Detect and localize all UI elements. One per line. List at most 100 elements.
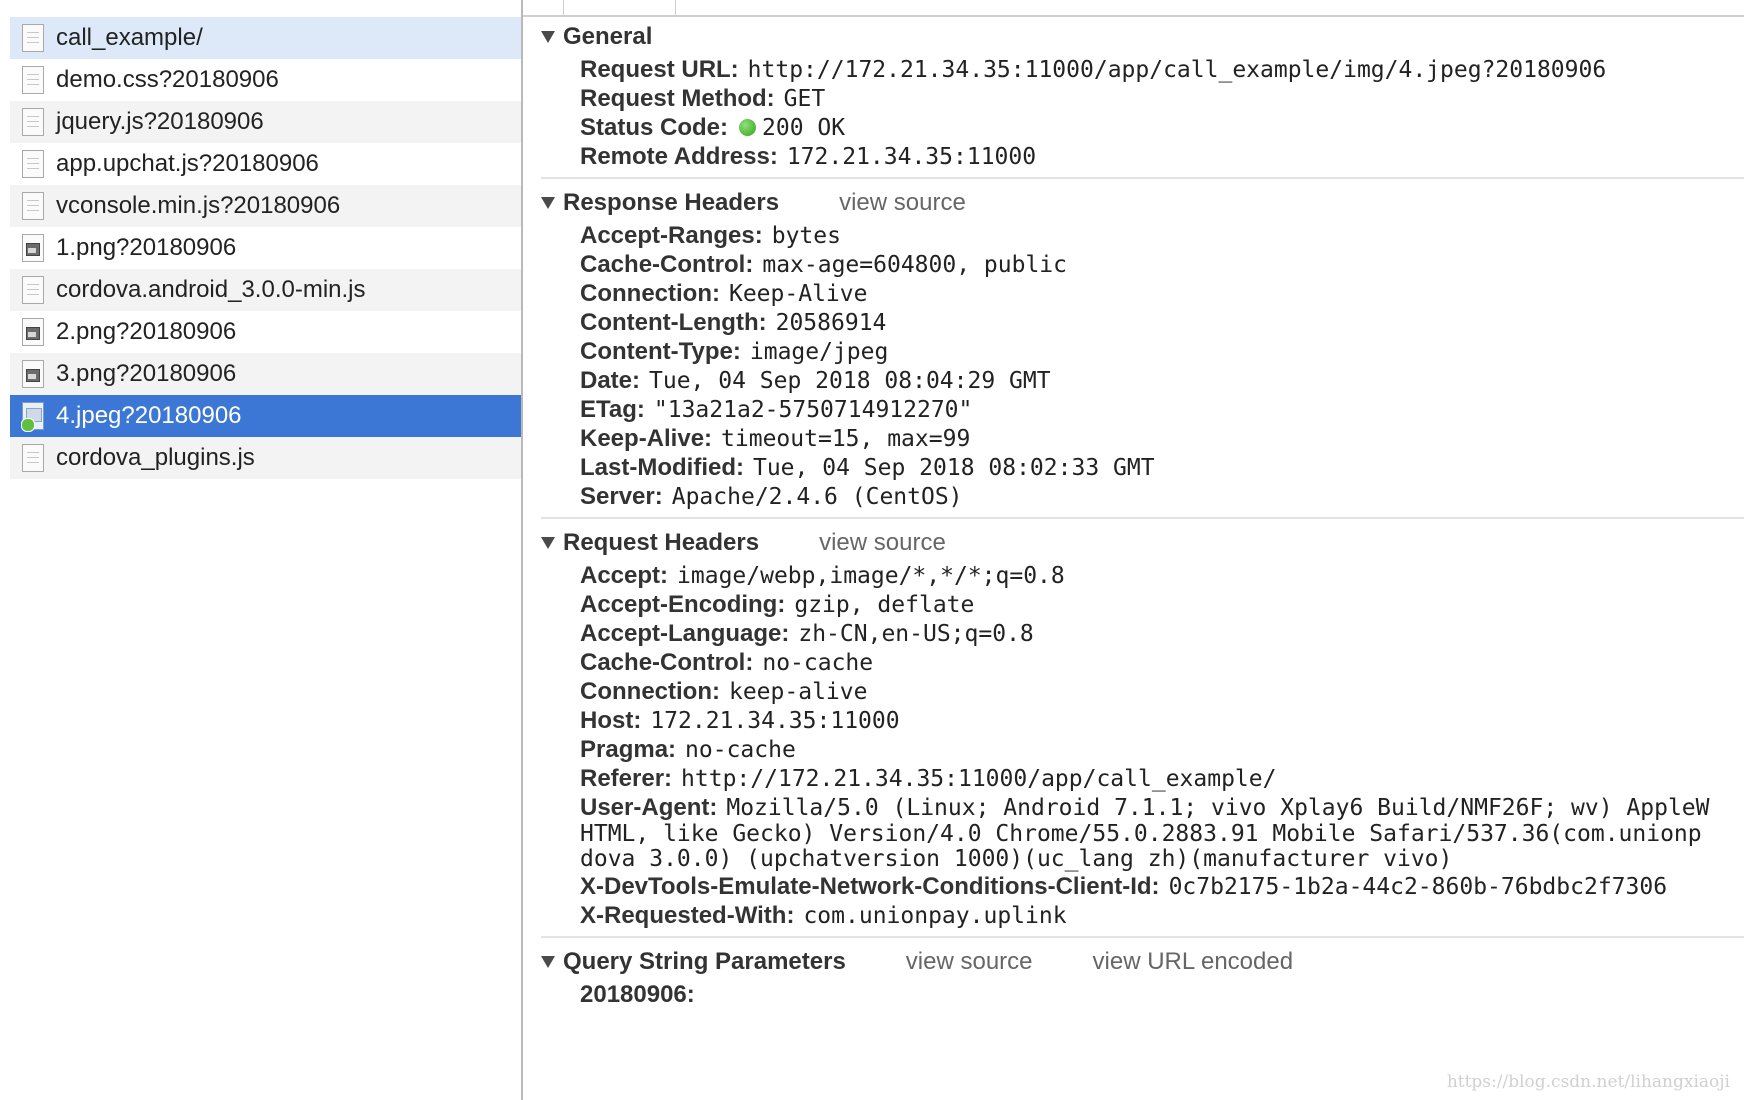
section-title: General [563, 23, 653, 50]
request-list: call_example/demo.css?20180906 jquery.js?… [10, 17, 521, 479]
header-value: com.unionpay.uplink [803, 903, 1067, 929]
header-row: Request Method: GET [523, 84, 1744, 113]
status-ok-icon [739, 119, 757, 136]
header-row: Accept-Language: zh-CN,en-US;q=0.8 [523, 619, 1744, 648]
header-key: Remote Address: [580, 143, 778, 170]
document-file-icon [22, 276, 44, 304]
request-list-item[interactable]: call_example/ [10, 17, 521, 59]
header-key: Keep-Alive: [580, 425, 713, 452]
request-name: demo.css?20180906 [56, 66, 279, 93]
request-list-item[interactable]: app.upchat.js?20180906 [10, 143, 521, 185]
request-headers-section-header[interactable]: Request Headers view source [523, 525, 1744, 561]
header-key: Accept-Encoding: [580, 591, 786, 618]
header-row: Date: Tue, 04 Sep 2018 08:04:29 GMT [523, 366, 1744, 395]
request-list-item[interactable]: cordova.android_3.0.0-min.js [10, 269, 521, 311]
collapse-triangle-icon[interactable] [541, 537, 555, 549]
header-row: Keep-Alive: timeout=15, max=99 [523, 424, 1744, 453]
general-section: General Request URL: http://172.21.34.35:… [523, 17, 1744, 171]
request-list-item[interactable]: demo.css?20180906 [10, 59, 521, 101]
section-title: Response Headers [563, 189, 780, 216]
header-value: 172.21.34.35:11000 [786, 144, 1037, 170]
header-key: Cache-Control: [580, 649, 754, 676]
request-name: app.upchat.js?20180906 [56, 150, 319, 177]
header-row: Request URL: http://172.21.34.35:11000/ap… [523, 55, 1744, 84]
header-row: Pragma: no-cache [523, 735, 1744, 764]
request-list-item[interactable]: 4.jpeg?20180906 [10, 395, 521, 437]
header-key: Accept-Ranges: [580, 222, 763, 249]
header-row: Connection: Keep-Alive [523, 279, 1744, 308]
header-key: Date: [580, 367, 641, 394]
image-file-icon [22, 234, 44, 262]
view-source-link[interactable]: view source [906, 948, 1033, 976]
header-value: no-cache [762, 650, 874, 676]
document-file-icon [22, 66, 44, 94]
header-key: 20180906: [580, 981, 695, 1008]
section-title: Request Headers [563, 529, 760, 556]
header-row: Accept-Encoding: gzip, deflate [523, 590, 1744, 619]
header-value: Mozilla/5.0 (Linux; Android 7.1.1; vivo … [726, 795, 1710, 821]
image-file-icon [22, 360, 44, 388]
document-file-icon [22, 24, 44, 52]
watermark: https://blog.csdn.net/lihangxiaoji [1446, 1072, 1730, 1092]
header-value: bytes [771, 223, 841, 249]
header-value: image/jpeg [749, 339, 889, 365]
request-list-item[interactable]: 3.png?20180906 [10, 353, 521, 395]
view-source-link[interactable]: view source [839, 189, 966, 217]
header-key: Connection: [580, 280, 720, 307]
header-value: 20586914 [775, 310, 887, 336]
header-key: ETag: [580, 396, 645, 423]
response-headers-section: Response Headers view source Accept-Rang… [523, 185, 1744, 511]
collapse-triangle-icon[interactable] [541, 197, 555, 209]
header-row: Content-Length: 20586914 [523, 308, 1744, 337]
document-file-icon [22, 150, 44, 178]
header-key: Last-Modified: [580, 454, 744, 481]
header-value: Tue, 04 Sep 2018 08:02:33 GMT [752, 455, 1155, 481]
request-name: vconsole.min.js?20180906 [56, 192, 341, 219]
header-row: ETag: "13a21a2-5750714912270" [523, 395, 1744, 424]
header-value: max-age=604800, public [762, 252, 1067, 278]
header-key: Host: [580, 707, 642, 734]
request-list-item[interactable]: jquery.js?20180906 [10, 101, 521, 143]
query-string-section: Query String Parameters view source view… [523, 944, 1744, 1009]
request-name: call_example/ [56, 24, 203, 51]
header-value: Keep-Alive [728, 281, 868, 307]
request-list-pane: call_example/demo.css?20180906 jquery.js?… [0, 0, 523, 1100]
header-value: GET [783, 86, 826, 112]
request-name: cordova.android_3.0.0-min.js [56, 276, 366, 303]
request-list-item[interactable]: vconsole.min.js?20180906 [10, 185, 521, 227]
request-list-item[interactable]: cordova_plugins.js [10, 437, 521, 479]
general-section-header[interactable]: General [523, 19, 1744, 55]
header-value: http://172.21.34.35:11000/app/call_examp… [747, 57, 1607, 83]
header-row: Remote Address: 172.21.34.35:11000 [523, 142, 1744, 171]
header-row: Content-Type: image/jpeg [523, 337, 1744, 366]
header-key: Request URL: [580, 56, 739, 83]
header-value: http://172.21.34.35:11000/app/call_examp… [681, 766, 1277, 792]
header-row: Accept: image/webp,image/*,*/*;q=0.8 [523, 561, 1744, 590]
section-divider [541, 177, 1744, 179]
header-row: Cache-Control: max-age=604800, public [523, 250, 1744, 279]
document-file-icon [22, 444, 44, 472]
request-list-item[interactable]: 2.png?20180906 [10, 311, 521, 353]
query-string-section-header[interactable]: Query String Parameters view source view… [523, 944, 1744, 980]
response-headers-section-header[interactable]: Response Headers view source [523, 185, 1744, 221]
header-row: 20180906: [523, 980, 1744, 1009]
header-row: Host: 172.21.34.35:11000 [523, 706, 1744, 735]
collapse-triangle-icon[interactable] [541, 31, 555, 43]
header-row: Connection: keep-alive [523, 677, 1744, 706]
request-name: cordova_plugins.js [56, 444, 255, 471]
request-name: 2.png?20180906 [56, 318, 237, 345]
collapse-triangle-icon[interactable] [541, 956, 555, 968]
tab-divider [563, 0, 564, 17]
document-file-icon [22, 192, 44, 220]
header-key: Accept-Language: [580, 620, 790, 647]
header-row: X-Requested-With: com.unionpay.uplink [523, 901, 1744, 930]
view-url-encoded-link[interactable]: view URL encoded [1093, 948, 1294, 976]
header-key: Server: [580, 483, 663, 510]
request-list-item[interactable]: 1.png?20180906 [10, 227, 521, 269]
user-agent-continuation: HTML, like Gecko) Version/4.0 Chrome/55.… [580, 821, 1702, 847]
header-row: Accept-Ranges: bytes [523, 221, 1744, 250]
view-source-link[interactable]: view source [819, 529, 946, 557]
header-row: X-DevTools-Emulate-Network-Conditions-Cl… [523, 872, 1744, 901]
header-value: 200 OK [762, 115, 846, 141]
header-value: zh-CN,en-US;q=0.8 [798, 621, 1034, 647]
